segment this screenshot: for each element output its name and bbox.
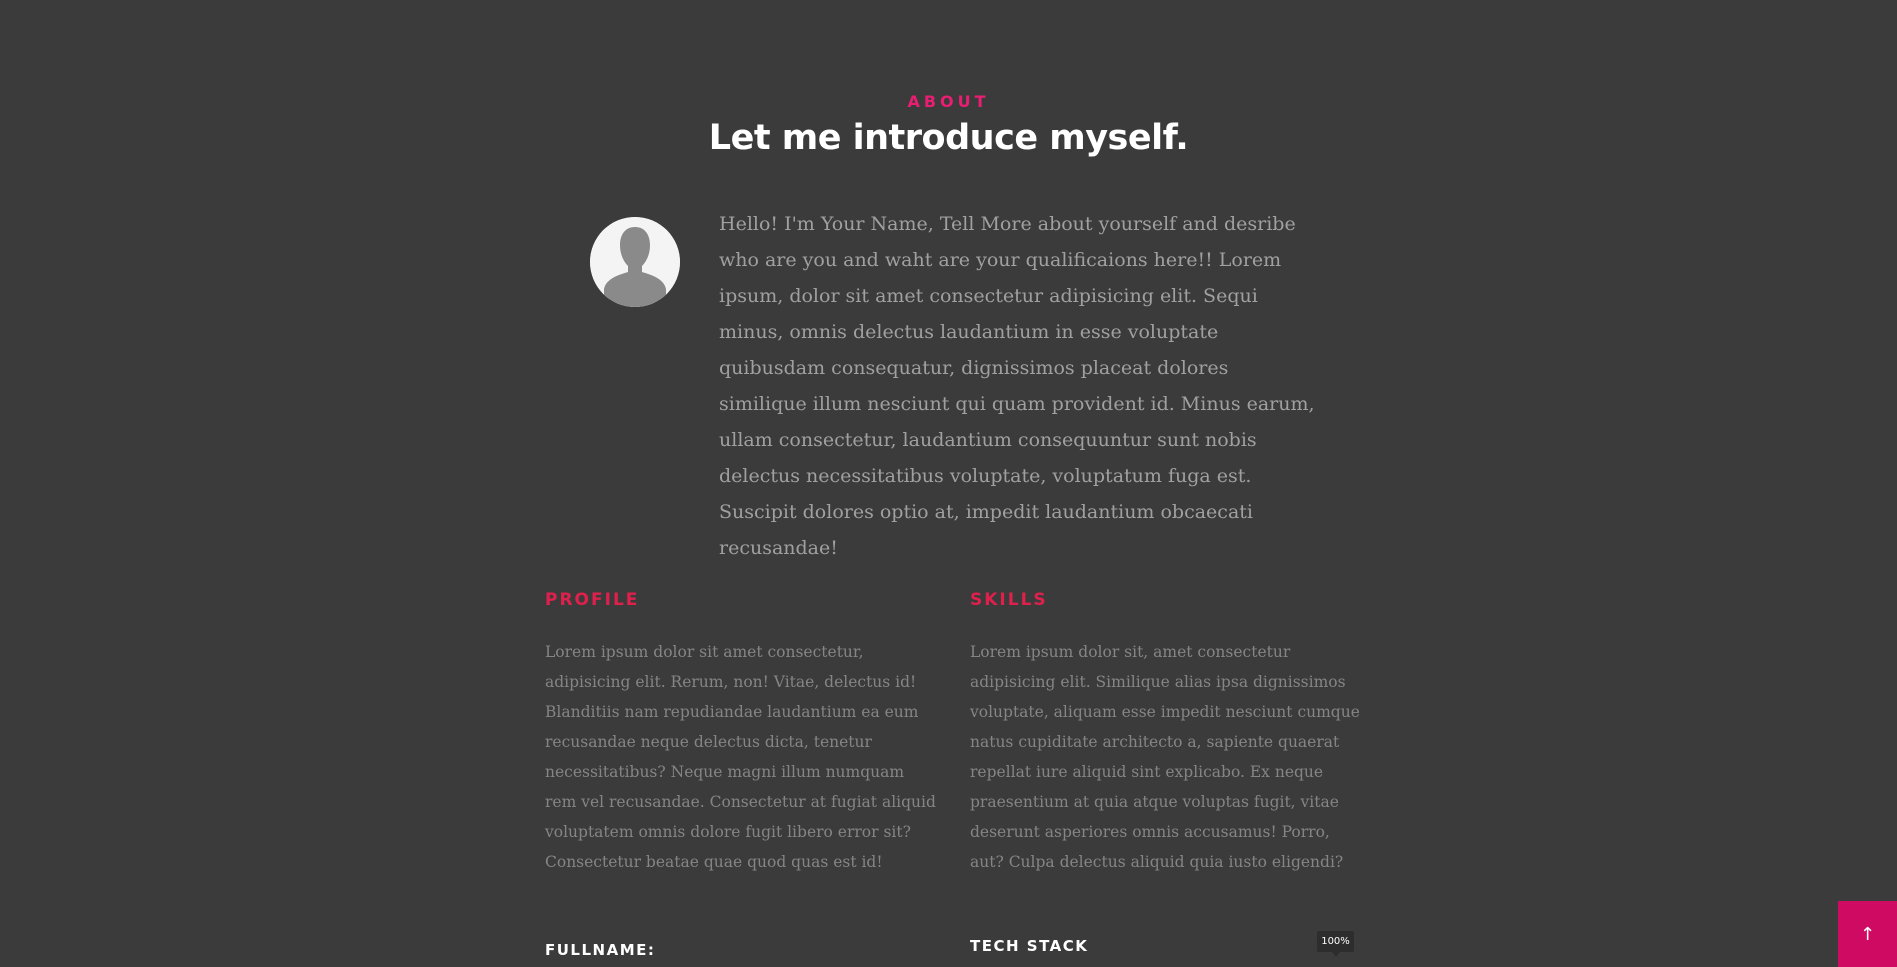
arrow-up-icon: ↑ <box>1859 923 1876 945</box>
section-eyebrow: ABOUT <box>907 92 990 111</box>
profile-column: PROFILE Lorem ipsum dolor sit amet conse… <box>545 590 940 877</box>
skills-column: SKILLS Lorem ipsum dolor sit, amet conse… <box>970 590 1365 877</box>
fullname-label: FULLNAME: <box>545 941 656 959</box>
tech-stack-label: TECH STACK <box>970 937 1089 955</box>
section-title: Let me introduce myself. <box>708 118 1189 158</box>
profile-heading: PROFILE <box>545 590 640 610</box>
person-silhouette-icon <box>590 217 680 307</box>
skills-text: Lorem ipsum dolor sit, amet consectetur … <box>970 643 1360 871</box>
profile-avatar <box>590 217 680 307</box>
skills-heading: SKILLS <box>970 590 1048 610</box>
back-to-top-button[interactable]: ↑ <box>1838 901 1897 967</box>
intro-paragraph: Hello! I'm Your Name, Tell More about yo… <box>719 213 1315 559</box>
profile-text: Lorem ipsum dolor sit amet consectetur, … <box>545 643 936 871</box>
zoom-level-badge: 100% <box>1317 931 1354 957</box>
